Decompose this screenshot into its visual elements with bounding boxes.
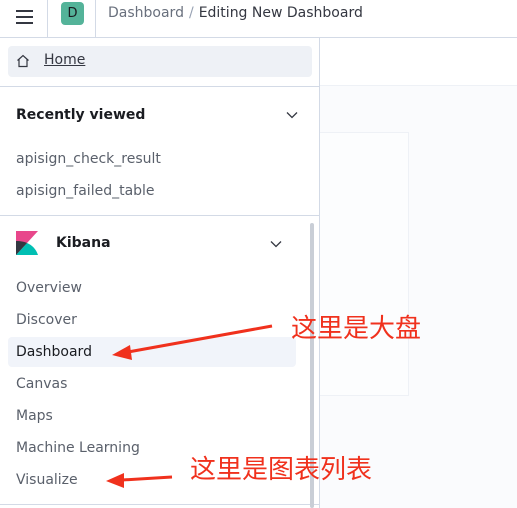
arrowhead-icon xyxy=(106,473,124,488)
annotation-arrows xyxy=(106,324,273,488)
annotation-dashboard-note: 这里是大盘 xyxy=(291,314,422,344)
arrow-to-dashboard xyxy=(127,324,273,354)
annotation-visualize-note: 这里是图表列表 xyxy=(190,455,373,485)
arrow-to-visualize xyxy=(121,475,173,482)
arrowhead-icon xyxy=(112,345,132,360)
